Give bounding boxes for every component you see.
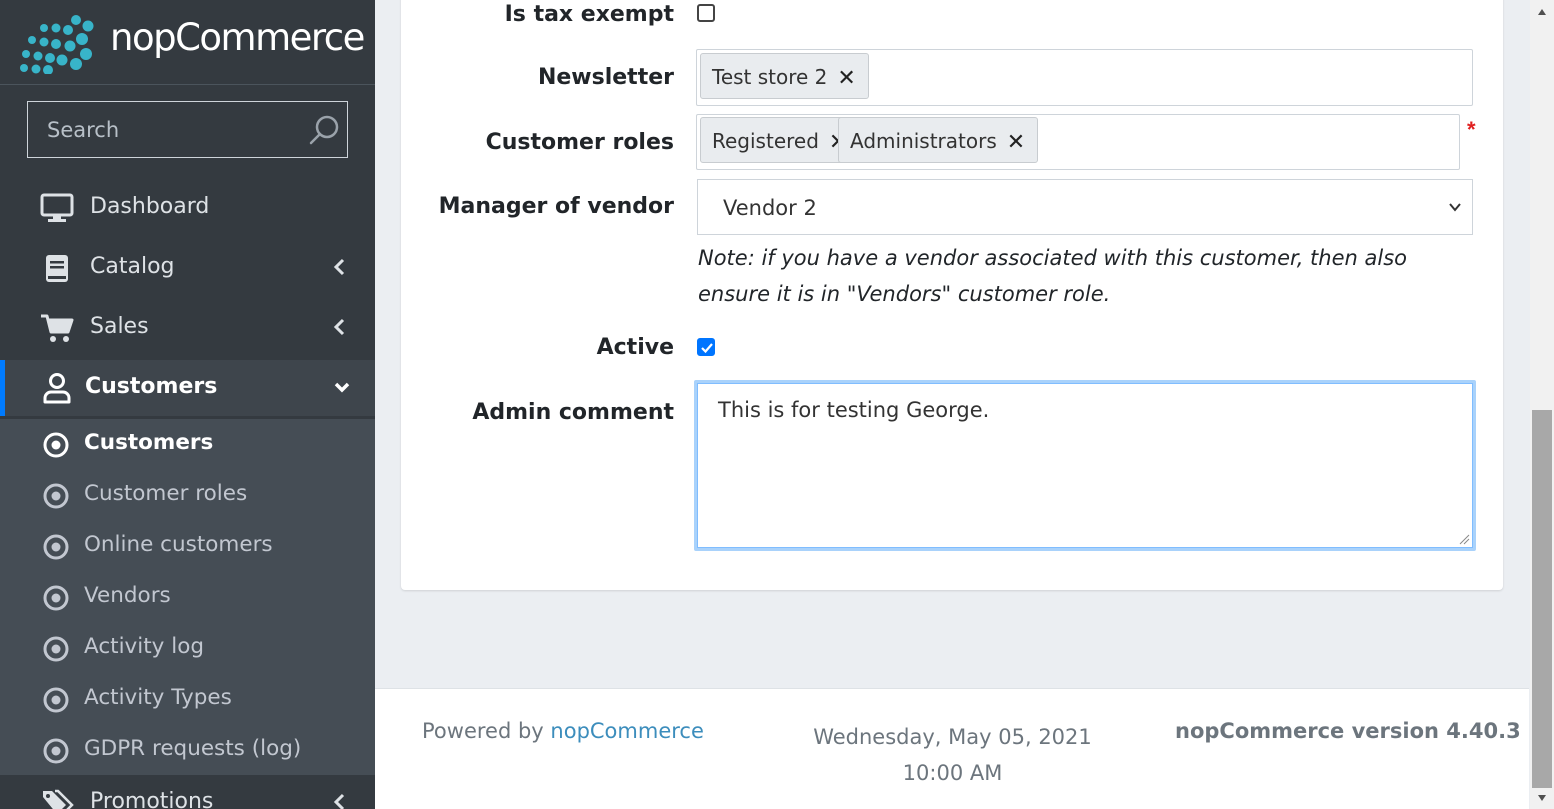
sidebar-item-label: Sales xyxy=(90,314,149,339)
scrollbar-thumb[interactable] xyxy=(1532,410,1552,788)
circle-dot-icon xyxy=(43,432,69,458)
circle-dot-icon xyxy=(43,687,69,713)
admin-comment-focus-ring: This is for testing George. xyxy=(694,380,1476,551)
customer-role-tag: Registered✕ xyxy=(700,117,861,163)
submenu-item-customer-roles[interactable]: Customer roles xyxy=(0,470,375,521)
manager-of-vendor-label: Manager of vendor xyxy=(438,194,674,219)
submenu-item-activity-types[interactable]: Activity Types xyxy=(0,674,375,725)
footer-datetime: Wednesday, May 05, 2021 10:00 AM xyxy=(813,725,1092,785)
nopcommerce-link[interactable]: nopCommerce xyxy=(550,719,703,743)
sidebar-item-dashboard[interactable]: Dashboard xyxy=(0,180,375,236)
sidebar-item-sales[interactable]: Sales xyxy=(0,300,375,356)
chevron-left-icon xyxy=(333,258,345,276)
vendor-select-value: Vendor 2 xyxy=(723,196,817,220)
newsletter-tag: Test store 2 ✕ xyxy=(700,53,869,99)
user-icon xyxy=(43,373,71,404)
vendor-note: Note: if you have a vendor associated wi… xyxy=(698,246,1407,306)
search-icon[interactable] xyxy=(308,114,340,146)
submenu-item-gdpr-requests[interactable]: GDPR requests (log) xyxy=(0,725,375,776)
submenu-item-label: Vendors xyxy=(84,583,171,608)
submenu-item-online-customers[interactable]: Online customers xyxy=(0,521,375,572)
newsletter-label: Newsletter xyxy=(537,65,674,90)
brand-name[interactable]: nopCommerce xyxy=(110,16,365,59)
submenu-item-vendors[interactable]: Vendors xyxy=(0,572,375,623)
admin-comment-textarea[interactable]: This is for testing George. xyxy=(697,383,1473,548)
page-scrollbar[interactable] xyxy=(1530,0,1554,809)
scroll-up-arrow-icon[interactable] xyxy=(1537,8,1547,16)
submenu-item-label: Activity log xyxy=(84,634,205,659)
nopcommerce-logo-icon[interactable] xyxy=(18,14,98,74)
powered-by-text: Powered by xyxy=(422,719,544,743)
remove-tag-icon[interactable]: ✕ xyxy=(1007,130,1025,155)
customer-roles-multiselect[interactable]: Registered✕ Administrators ✕ xyxy=(696,114,1460,170)
page-footer: Powered by nopCommerce Wednesday, May 05… xyxy=(375,688,1529,809)
search-input[interactable] xyxy=(28,102,298,157)
resize-handle-icon[interactable] xyxy=(1458,533,1470,545)
submenu-item-activity-log[interactable]: Activity log xyxy=(0,623,375,674)
tag-label: Registered xyxy=(712,129,819,153)
circle-dot-icon xyxy=(43,636,69,662)
tag-label: Administrators xyxy=(850,129,997,153)
submenu-item-label: Customers xyxy=(84,430,214,455)
newsletter-multiselect[interactable]: Test store 2 ✕ xyxy=(696,49,1473,106)
tag-label: Test store 2 xyxy=(712,65,828,89)
customer-role-tag: Administrators ✕ xyxy=(838,117,1039,163)
sidebar-item-label: Promotions xyxy=(90,789,214,809)
submenu-item-label: Activity Types xyxy=(84,685,232,710)
submenu-item-label: Customer roles xyxy=(84,481,248,506)
submenu-item-customers[interactable]: Customers xyxy=(0,419,375,470)
remove-tag-icon[interactable]: ✕ xyxy=(837,66,855,91)
brand-header: nopCommerce xyxy=(0,0,375,85)
tax-exempt-label: Is tax exempt xyxy=(504,2,674,27)
circle-dot-icon xyxy=(43,738,69,764)
powered-by: Powered by nopCommerce xyxy=(422,719,704,743)
sidebar-item-customers[interactable]: Customers xyxy=(0,360,375,416)
active-checkbox[interactable] xyxy=(697,338,715,356)
required-marker: * xyxy=(1467,117,1476,142)
footer-version: nopCommerce version 4.40.3 xyxy=(1175,719,1521,743)
sidebar-item-label: Catalog xyxy=(90,254,175,279)
customer-roles-label: Customer roles xyxy=(485,130,674,155)
submenu-item-label: Online customers xyxy=(84,532,273,557)
submenu-item-label: GDPR requests (log) xyxy=(84,736,302,761)
tags-icon xyxy=(43,789,74,809)
active-label: Active xyxy=(596,335,674,360)
chevron-down-icon xyxy=(334,382,350,393)
chevron-down-icon xyxy=(1449,203,1461,212)
circle-dot-icon xyxy=(43,483,69,509)
sidebar: nopCommerce Dashboard Catalog xyxy=(0,0,375,809)
vendor-select[interactable]: Vendor 2 xyxy=(697,179,1473,235)
chevron-left-icon xyxy=(333,793,345,809)
book-icon xyxy=(46,255,68,282)
check-icon xyxy=(701,343,713,354)
customers-submenu: Customers Customer roles Online customer… xyxy=(0,419,375,775)
sidebar-item-catalog[interactable]: Catalog xyxy=(0,240,375,296)
admin-comment-label: Admin comment xyxy=(472,400,674,425)
sidebar-item-label: Customers xyxy=(85,374,218,399)
sidebar-item-label: Dashboard xyxy=(90,194,210,219)
chevron-left-icon xyxy=(333,318,345,336)
monitor-icon xyxy=(40,193,74,222)
cart-icon xyxy=(41,314,74,342)
scroll-down-arrow-icon[interactable] xyxy=(1537,794,1547,802)
circle-dot-icon xyxy=(43,585,69,611)
tax-exempt-checkbox[interactable] xyxy=(697,4,715,22)
sidebar-item-promotions[interactable]: Promotions xyxy=(0,775,375,809)
sidebar-search xyxy=(27,101,348,158)
circle-dot-icon xyxy=(43,534,69,560)
